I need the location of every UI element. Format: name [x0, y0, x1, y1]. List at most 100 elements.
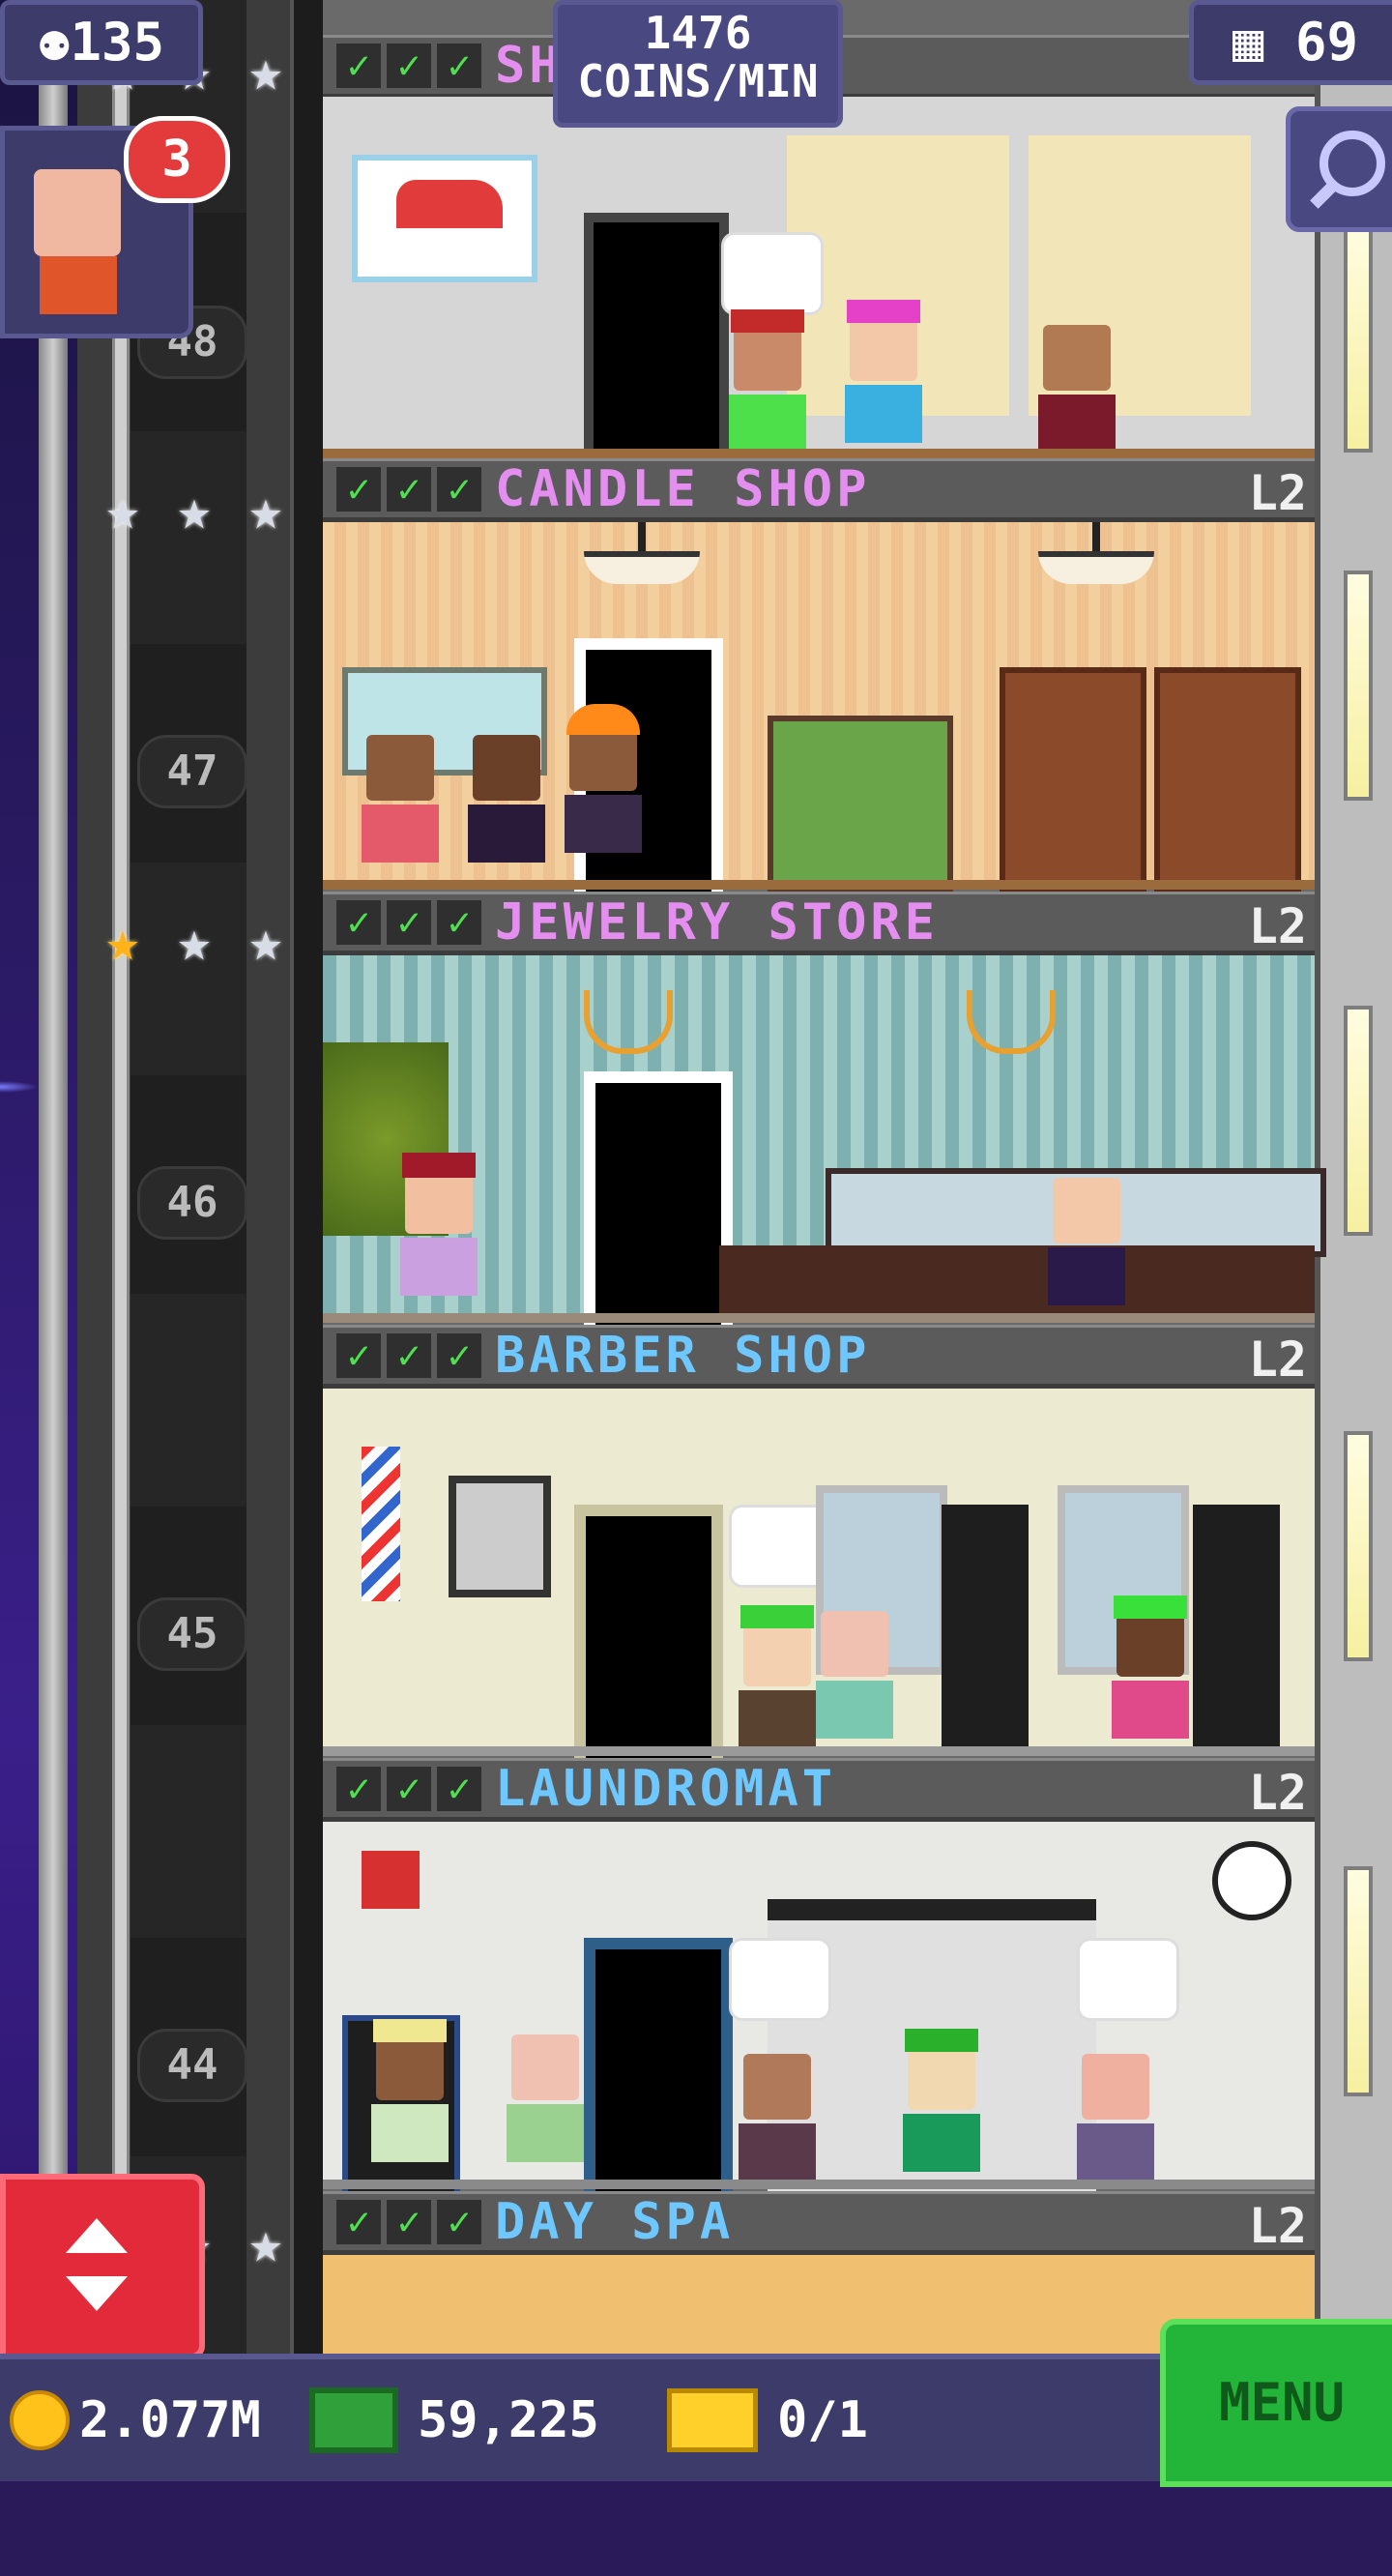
check-icon: ✓: [336, 2200, 381, 2244]
check-icon: ✓: [336, 1767, 381, 1811]
resident[interactable]: [1048, 1178, 1125, 1313]
room-interior: [323, 955, 1326, 1334]
resident-builder[interactable]: [565, 704, 642, 861]
elevator-button[interactable]: [0, 2174, 205, 2359]
resident[interactable]: [371, 2019, 449, 2170]
resident[interactable]: [507, 2034, 584, 2170]
ceiling-lamp: [1038, 522, 1154, 584]
star-icon: ★: [248, 38, 283, 103]
floor-name: LAUNDROMAT: [495, 1760, 837, 1818]
check-icon: ✓: [336, 467, 381, 512]
resident[interactable]: [739, 2054, 816, 2189]
window: [1344, 1866, 1373, 2096]
note-thought-bubble[interactable]: [1077, 1938, 1179, 2021]
resident[interactable]: [362, 735, 439, 870]
chandelier: [584, 990, 673, 1054]
coins-balance[interactable]: 2.077M: [10, 2359, 261, 2481]
menu-button[interactable]: MENU: [1160, 2319, 1392, 2487]
coins-rate-unit: COINS/MIN: [577, 55, 819, 107]
gold-star-icon: ★: [105, 908, 140, 974]
resident[interactable]: [1038, 325, 1116, 460]
check-icon: ✓: [437, 467, 481, 512]
check-icon: ✓: [437, 900, 481, 945]
star-icon: ★: [177, 908, 212, 974]
candle-stand: [768, 716, 953, 892]
coin-icon: [10, 2390, 70, 2450]
candle-shelf: [1000, 667, 1146, 892]
elevator-floor-number: 47: [137, 735, 247, 808]
wall-clock: [1212, 1841, 1291, 1920]
resident[interactable]: [1112, 1595, 1189, 1746]
no-smoking-sign: [362, 1851, 420, 1909]
check-icon: ✓: [336, 900, 381, 945]
check-icon: ✓: [437, 2200, 481, 2244]
population-counter[interactable]: ⚉135: [0, 0, 203, 85]
floor-name: DAY SPA: [495, 2193, 735, 2251]
check-icon: ✓: [437, 44, 481, 88]
floor-level: L2: [1248, 1765, 1307, 1821]
resident[interactable]: [400, 1153, 478, 1303]
floor-level: L2: [1248, 2198, 1307, 2254]
room-interior: [323, 1822, 1315, 2201]
floor-stars: ★ ★ ★: [93, 911, 296, 971]
star-icon: ★: [248, 2210, 283, 2275]
magnifier-handle: [1310, 180, 1339, 209]
room-door: [574, 1505, 723, 1768]
check-icon: ✓: [336, 1333, 381, 1378]
room-interior: [323, 97, 1315, 458]
floor-checks: ✓ ✓ ✓: [336, 900, 481, 945]
population-value: 135: [70, 12, 165, 73]
tickets-balance[interactable]: 0/1: [667, 2359, 868, 2481]
ticket-icon: [667, 2388, 758, 2452]
arrow-up-icon: [66, 2218, 128, 2253]
room-door: [584, 1071, 733, 1334]
resident[interactable]: [729, 309, 806, 460]
check-icon: ✓: [437, 1767, 481, 1811]
candle-shelf: [1154, 667, 1301, 892]
bux-icon: [309, 2387, 398, 2453]
clothes-thought-bubble[interactable]: [729, 1938, 831, 2021]
shoe-thought-bubble[interactable]: [721, 232, 824, 315]
resident[interactable]: [903, 2029, 980, 2180]
floor-jewelry-store[interactable]: ✓ ✓ ✓ JEWELRY STORE L2: [323, 892, 1326, 1334]
coins-value: 2.077M: [79, 2391, 261, 2449]
floor-label-bar: ✓ ✓ ✓ DAY SPA L2: [323, 2191, 1315, 2256]
visitor-avatar: [34, 169, 121, 256]
floor-label-bar: ✓ ✓ ✓ JEWELRY STORE L2: [323, 892, 1315, 956]
star-icon: ★: [105, 477, 140, 542]
room-door: [584, 213, 729, 454]
resident[interactable]: [816, 1611, 893, 1746]
room-door: [584, 1938, 733, 2201]
barber-pole: [362, 1447, 400, 1601]
floor-count[interactable]: ▦ 69: [1189, 0, 1392, 85]
window: [1344, 222, 1373, 453]
floor-laundromat[interactable]: ✓ ✓ ✓ LAUNDROMAT L2: [323, 1758, 1315, 2201]
resident[interactable]: [1077, 2054, 1154, 2189]
wall-picture: [449, 1476, 551, 1597]
floor-label-bar: ✓ ✓ ✓ BARBER SHOP L2: [323, 1325, 1315, 1390]
population-icon: ⚉: [38, 12, 71, 73]
zoom-button[interactable]: [1286, 106, 1392, 232]
floor-checks: ✓ ✓ ✓: [336, 2200, 481, 2244]
check-icon: ✓: [437, 1333, 481, 1378]
resident[interactable]: [739, 1605, 816, 1756]
resident[interactable]: [468, 735, 545, 870]
shoe-poster: [352, 155, 537, 282]
check-icon: ✓: [387, 900, 431, 945]
check-icon: ✓: [336, 44, 381, 88]
coins-rate-value: 1476: [644, 7, 752, 59]
check-icon: ✓: [387, 1767, 431, 1811]
window: [1344, 571, 1373, 801]
jewelry-counter: [719, 1245, 1315, 1313]
elevator-floor-number: 44: [137, 2029, 247, 2102]
bux-balance[interactable]: 59,225: [309, 2359, 599, 2481]
floor-candle-shop[interactable]: ✓ ✓ ✓ CANDLE SHOP L2: [323, 458, 1315, 901]
star-icon: ★: [248, 908, 283, 974]
floor-checks: ✓ ✓ ✓: [336, 44, 481, 88]
coins-per-minute[interactable]: 1476 COINS/MIN: [553, 0, 843, 128]
barber-cabinet: [1193, 1505, 1280, 1746]
floor-barber-shop[interactable]: ✓ ✓ ✓ BARBER SHOP L2: [323, 1325, 1315, 1768]
check-icon: ✓: [387, 467, 431, 512]
window: [1344, 1006, 1373, 1236]
resident[interactable]: [845, 300, 922, 451]
